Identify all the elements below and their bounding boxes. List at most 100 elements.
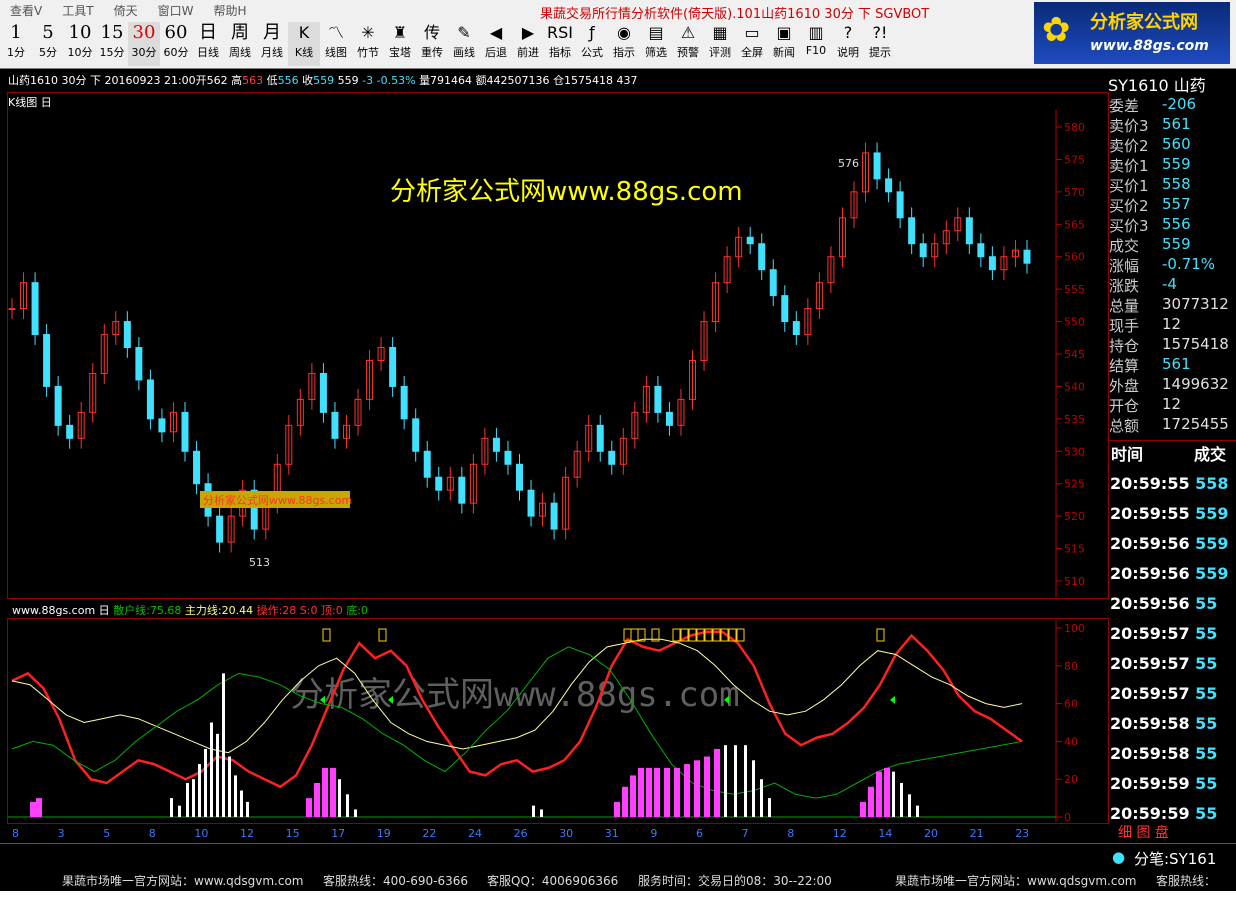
trade-value: 55	[1189, 804, 1218, 823]
candle-body	[758, 243, 766, 271]
candle-body	[31, 282, 39, 336]
date-label: 9	[650, 827, 657, 840]
price-tick-label: 550	[1064, 316, 1085, 329]
quote-value: 556	[1162, 215, 1191, 233]
candle-body	[665, 411, 673, 426]
small-watermark: 分析家公式网www.88gs.com	[203, 493, 352, 507]
quote-label: 涨幅	[1109, 257, 1140, 275]
price-tick-label: 575	[1064, 153, 1085, 166]
trade-time: 20:59:58	[1110, 744, 1190, 763]
quote-row: 买价3 556	[1108, 215, 1236, 235]
footer: 果蔬市场唯一官方网站：www.qdsgvm.com 客服热线：400-690-6…	[0, 869, 1236, 891]
quote-label: 买价1	[1109, 177, 1149, 195]
quote-label: 买价3	[1109, 217, 1149, 235]
price-tick-label: 520	[1064, 510, 1085, 523]
quote-row: 总额 1725455	[1108, 415, 1236, 435]
quote-value: 561	[1162, 355, 1191, 373]
quote-row: 卖价2 560	[1108, 135, 1236, 155]
quote-label: 持仓	[1109, 337, 1140, 355]
date-label: 30	[559, 827, 573, 840]
side-tab[interactable]: 盘	[1155, 825, 1169, 841]
indicator-op: 操作:28	[256, 604, 297, 617]
trade-time: 20:59:56	[1110, 594, 1190, 613]
status-strip: ● 分笔:SY161	[0, 843, 1236, 870]
candle-body	[896, 191, 904, 219]
fenbi-label[interactable]: 分笔:SY161	[1134, 848, 1216, 869]
candle-body	[781, 295, 789, 323]
trade-time: 20:59:55	[1110, 504, 1190, 523]
indicator-bottom: 底:0	[346, 604, 368, 617]
price-tick-label: 515	[1064, 543, 1085, 556]
candle-body	[1023, 249, 1031, 264]
quote-value: -4	[1162, 275, 1177, 293]
date-label: 20	[924, 827, 938, 840]
candle-body	[400, 385, 408, 420]
side-tab[interactable]: 细	[1118, 825, 1136, 841]
quote-label: 结算	[1109, 357, 1140, 375]
indicator-panel[interactable]	[7, 618, 1109, 824]
quote-label: 成交	[1109, 237, 1140, 255]
quote-value: 559	[1162, 235, 1191, 253]
quote-label: 总额	[1109, 417, 1140, 435]
quote-row: 外盘 1499632	[1108, 375, 1236, 395]
trade-row: 20:59:56 55	[1110, 594, 1217, 624]
watermark-text: 分析家公式网www.88gs.com	[390, 177, 743, 207]
quote-value: 3077312	[1162, 295, 1229, 313]
candle-body	[389, 347, 397, 387]
date-label: 24	[468, 827, 482, 840]
price-tick-label: 535	[1064, 413, 1085, 426]
trade-time: 20:59:58	[1110, 714, 1190, 733]
candle-body	[873, 152, 881, 180]
quote-row: 现手 12	[1108, 315, 1236, 335]
date-label: 6	[696, 827, 703, 840]
quote-value: 1575418	[1162, 335, 1229, 353]
side-tab[interactable]: 图	[1136, 825, 1154, 841]
candle-body	[492, 437, 500, 452]
date-label: 26	[514, 827, 528, 840]
candle-body	[654, 385, 662, 413]
candle-body	[54, 385, 62, 426]
indicator-name: www.88gs.com 日	[12, 604, 110, 617]
trade-row: 20:59:59 55	[1110, 774, 1217, 804]
date-label: 8	[12, 827, 19, 840]
footer-hotline2: 客服热线：	[1156, 874, 1217, 888]
trade-row: 20:59:57 55	[1110, 654, 1217, 684]
high-label: 576	[838, 157, 859, 170]
candle-body	[792, 321, 800, 336]
trade-value: 55	[1189, 684, 1218, 703]
indicator-s: S:0	[299, 604, 318, 617]
quote-row: 结算 561	[1108, 355, 1236, 375]
quote-label: 卖价1	[1109, 157, 1149, 175]
trade-row: 20:59:58 55	[1110, 744, 1217, 774]
trade-time: 20:59:56	[1110, 564, 1190, 583]
date-label: 23	[1015, 827, 1029, 840]
quote-label: 买价2	[1109, 197, 1149, 215]
date-label: 17	[331, 827, 345, 840]
candle-body	[216, 515, 224, 543]
quote-label: 卖价2	[1109, 137, 1149, 155]
fenbi-icon: ●	[1112, 848, 1126, 866]
footer-site: 果蔬市场唯一官方网站：www.qdsgvm.com	[62, 874, 304, 888]
candle-body	[319, 372, 327, 413]
trade-value: 55	[1189, 594, 1218, 613]
quote-value: 12	[1162, 315, 1182, 333]
quote-label: 卖价3	[1109, 117, 1149, 135]
date-label: 8	[787, 827, 794, 840]
candle-body	[158, 418, 166, 433]
candle-body	[146, 379, 154, 420]
trade-time: 20:59:57	[1110, 684, 1190, 703]
quote-value: 557	[1162, 195, 1191, 213]
candle-body	[135, 347, 143, 381]
candle-body	[919, 243, 927, 258]
trade-row: 20:59:57 55	[1110, 624, 1217, 654]
candle-body	[412, 418, 420, 452]
quote-label: 涨跌	[1109, 277, 1140, 295]
trade-value: 55	[1189, 624, 1218, 643]
indicator-header: www.88gs.com 日 散户线:75.68 主力线:20.44 操作:28…	[12, 602, 368, 618]
date-label: 14	[878, 827, 892, 840]
candle-body	[8, 308, 16, 311]
indicator-top: 顶:0	[320, 604, 343, 617]
trade-time: 20:59:56	[1110, 534, 1190, 553]
window-bottom-edge	[0, 891, 1236, 912]
candle-body	[965, 217, 973, 245]
